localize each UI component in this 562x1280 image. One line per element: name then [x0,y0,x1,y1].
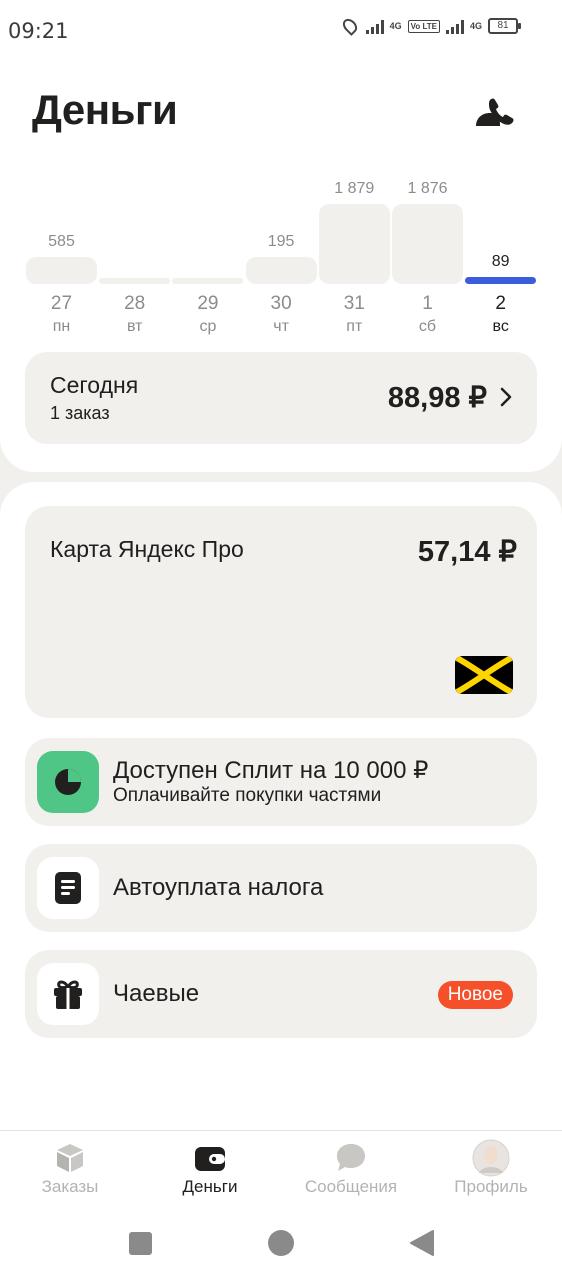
split-title: Доступен Сплит на 10 000 ₽ [113,757,429,784]
chart-day-number: 2 [495,293,506,314]
chart-day-number: 31 [343,293,365,314]
chevron-right-icon [500,387,512,407]
chart-day-number: 30 [270,293,292,314]
chart-bar-value: 195 [267,233,295,250]
chart-bar-1[interactable] [392,204,463,284]
location-icon [339,16,360,36]
network-type-2: 4G [469,20,482,31]
today-orders: 1 заказ [50,403,110,423]
chart-day-name: сб [418,318,437,335]
status-bar: 09:21 4G Vo LTE 4G 81 [0,0,562,62]
new-badge: Новое [437,981,513,1009]
autotax-card[interactable]: Автоуплата налога [25,844,537,932]
recent-apps-button[interactable] [129,1232,152,1255]
nav-label-messages: Сообщения [304,1177,398,1196]
battery-icon: 81 [488,18,521,34]
volte-icon: Vo LTE [407,19,440,33]
chart-day-name: пт [346,318,363,335]
system-navigation-bar [0,1210,562,1280]
nav-label-profile: Профиль [454,1177,528,1196]
nav-tab-profile[interactable]: Профиль [421,1131,561,1211]
status-icons: 4G Vo LTE 4G 81 [339,16,521,36]
home-button[interactable] [268,1230,294,1256]
chart-day-number: 1 [422,293,433,314]
split-subtitle: Оплачивайте покупки частями [113,785,382,806]
tips-title: Чаевые [113,980,200,1007]
orders-box-icon [57,1144,83,1172]
yandex-pro-card[interactable]: Карта Яндекс Про 57,14 ₽ [25,506,537,718]
today-title: Сегодня [50,372,139,398]
chart-bar-value: 585 [48,233,75,250]
document-icon [37,857,99,919]
earnings-header-card: Деньги 585 27 пн 28 вт 29 ср 195 30 чт 1 879 31 пт 1 … [0,62,562,472]
split-offer-card[interactable]: Доступен Сплит на 10 000 ₽ Оплачивайте п… [25,738,537,826]
card-title: Карта Яндекс Про [50,536,244,562]
network-type-1: 4G [389,20,402,31]
today-amount: 88,98 ₽ [387,382,487,414]
back-button[interactable] [409,1230,434,1256]
avatar [472,1139,510,1177]
autotax-title: Автоуплата налога [113,874,324,901]
chart-day-number: 29 [197,293,219,314]
nav-tab-money[interactable]: Деньги [140,1131,280,1211]
chart-bar-30[interactable] [245,257,317,284]
today-summary-card[interactable]: Сегодня 1 заказ 88,98 ₽ [25,352,537,444]
chart-day-name: вт [126,318,143,335]
chart-bar-29[interactable] [172,278,244,284]
nav-label-money: Деньги [182,1177,238,1196]
split-icon [37,751,99,813]
chart-day-number: 28 [124,293,146,314]
chart-day-name: пн [52,318,71,335]
nav-tab-messages[interactable]: Сообщения [281,1131,421,1211]
signal-icon [365,18,384,34]
status-time: 09:21 [8,19,69,43]
chart-day-number: 27 [50,293,73,314]
nav-label-orders: Заказы [41,1177,99,1196]
nav-tab-orders[interactable]: Заказы [0,1131,140,1211]
weekly-earnings-chart: 585 27 пн 28 вт 29 ср 195 30 чт 1 879 31 пт 1 876 1 сб 8… [0,62,562,342]
chart-bar-31[interactable] [318,204,390,284]
signal-icon-2 [445,18,464,34]
money-sheet: Карта Яндекс Про 57,14 ₽ Доступен Сплит … [0,482,562,1132]
bottom-navigation: Заказы Деньги Сообщения Профиль [0,1130,562,1210]
chat-bubble-icon [337,1144,365,1171]
chart-bar-value: 89 [491,253,510,270]
chart-bar-value: 1 879 [334,180,375,197]
chart-day-name: чт [273,318,289,335]
yandex-pro-logo-icon [455,656,513,694]
card-balance: 57,14 ₽ [417,536,517,568]
chart-day-name: вс [492,318,509,335]
chart-bar-27[interactable] [26,257,97,284]
chart-bar-2[interactable] [465,277,537,284]
chart-bar-value: 1 876 [407,180,448,198]
gift-icon [37,963,99,1025]
tips-card[interactable]: Чаевые Новое [25,950,537,1038]
chart-day-name: ср [199,318,217,335]
chart-bar-28[interactable] [99,278,171,284]
wallet-icon [195,1147,225,1171]
